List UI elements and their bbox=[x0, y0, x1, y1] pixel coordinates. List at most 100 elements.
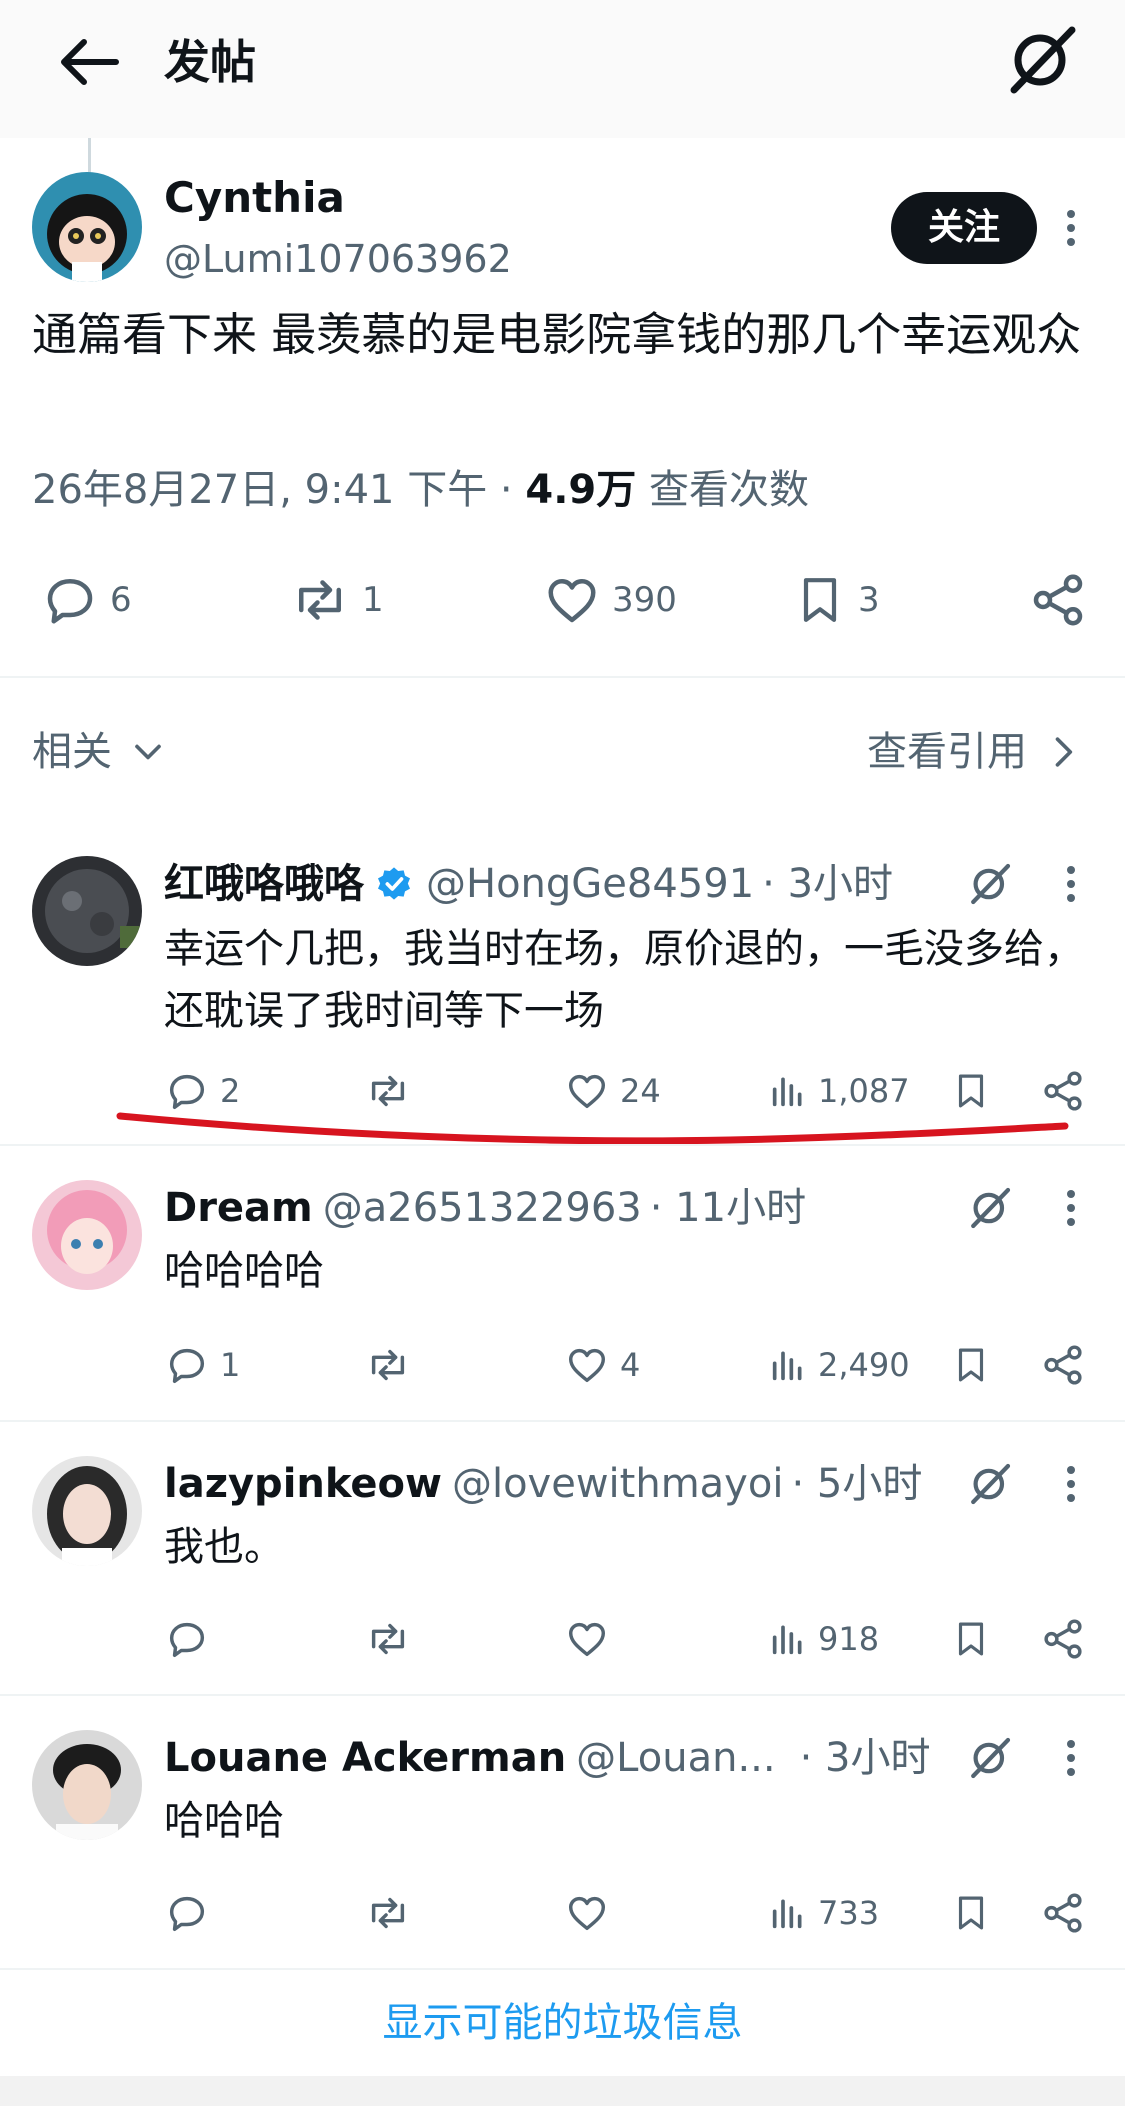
more-dots-icon bbox=[1067, 1740, 1075, 1776]
reply-header: Louane Ackerman @Louan... · 3小时 bbox=[164, 1730, 930, 1786]
repost-button[interactable] bbox=[364, 1342, 422, 1388]
post-views-label[interactable]: 查看次数 bbox=[649, 467, 809, 513]
reply-button[interactable] bbox=[164, 1890, 220, 1936]
grok-icon bbox=[971, 1463, 1011, 1505]
view-quotes-label: 查看引用 bbox=[867, 729, 1027, 775]
reply-icon bbox=[169, 1896, 205, 1932]
repost-button[interactable] bbox=[364, 1890, 422, 1936]
views-button[interactable]: 733 bbox=[768, 1890, 879, 1936]
reply-author-name[interactable]: Dream bbox=[164, 1180, 313, 1236]
divider bbox=[0, 1420, 1125, 1422]
show-spam-link[interactable]: 显示可能的垃圾信息 bbox=[0, 1995, 1125, 2051]
grok-icon bbox=[971, 1737, 1011, 1779]
share-button[interactable] bbox=[1040, 1342, 1086, 1388]
grok-button[interactable] bbox=[966, 1734, 1014, 1782]
views-button[interactable]: 918 bbox=[768, 1616, 879, 1662]
like-icon bbox=[568, 1622, 606, 1657]
reply-text: 哈哈哈哈 bbox=[164, 1248, 324, 1294]
avatar[interactable] bbox=[32, 172, 142, 282]
reply-text: 幸运个几把，我当时在场，原价退的，一毛没多给，还耽误了我时间等下一场 bbox=[164, 926, 1084, 1034]
repost-button[interactable] bbox=[364, 1616, 422, 1662]
more-button[interactable] bbox=[1056, 1738, 1086, 1778]
divider bbox=[0, 1968, 1125, 1970]
avatar[interactable] bbox=[32, 1456, 142, 1566]
reply-author-name[interactable]: Louane Ackerman bbox=[164, 1730, 566, 1786]
bookmark-button[interactable] bbox=[950, 1342, 992, 1388]
view-quotes-link[interactable]: 查看引用 bbox=[867, 724, 1085, 780]
more-dots-icon bbox=[1067, 866, 1075, 902]
avatar[interactable] bbox=[32, 1730, 142, 1840]
share-button[interactable] bbox=[1028, 570, 1088, 630]
share-button[interactable] bbox=[1040, 1890, 1086, 1936]
like-button[interactable] bbox=[564, 1616, 620, 1662]
share-button[interactable] bbox=[1040, 1616, 1086, 1662]
reply-author-handle[interactable]: @HongGe84591 bbox=[426, 856, 754, 912]
like-button[interactable]: 4 bbox=[564, 1342, 640, 1388]
reply-button[interactable] bbox=[164, 1616, 220, 1662]
bookmark-count: 3 bbox=[858, 580, 880, 620]
follow-button[interactable]: 关注 bbox=[891, 192, 1037, 264]
reply-time[interactable]: · 5小时 bbox=[791, 1456, 922, 1512]
views-icon bbox=[772, 1625, 802, 1655]
grok-button[interactable] bbox=[966, 860, 1014, 908]
grok-button[interactable] bbox=[1002, 20, 1082, 100]
more-button[interactable] bbox=[1056, 864, 1086, 904]
more-button[interactable] bbox=[1056, 208, 1086, 248]
related-dropdown[interactable]: 相关 bbox=[32, 724, 170, 780]
repost-button[interactable]: 1 bbox=[288, 570, 384, 630]
views-button[interactable]: 2,490 bbox=[768, 1342, 910, 1388]
back-button[interactable] bbox=[52, 24, 128, 100]
reply-header: lazypinkeow @lovewithmayoi · 5小时 bbox=[164, 1456, 922, 1512]
reply-count: 6 bbox=[110, 580, 132, 620]
reply-author-handle[interactable]: @lovewithmayoi bbox=[452, 1456, 783, 1512]
reply-author-name[interactable]: 红哦咯哦咯 bbox=[164, 856, 364, 912]
more-button[interactable] bbox=[1056, 1188, 1086, 1228]
repost-icon bbox=[371, 1897, 405, 1929]
grok-button[interactable] bbox=[966, 1184, 1014, 1232]
grok-button[interactable] bbox=[966, 1460, 1014, 1508]
views-icon bbox=[772, 1899, 802, 1929]
chevron-down-icon bbox=[135, 744, 161, 760]
like-button[interactable]: 390 bbox=[542, 570, 677, 630]
reply-button[interactable]: 6 bbox=[40, 570, 132, 630]
back-arrow-icon bbox=[61, 39, 119, 85]
avatar[interactable] bbox=[32, 1180, 142, 1290]
bookmark-button[interactable] bbox=[950, 1890, 992, 1936]
views-count: 918 bbox=[818, 1620, 880, 1658]
reply-author-name[interactable]: lazypinkeow bbox=[164, 1456, 442, 1512]
bookmark-button[interactable] bbox=[950, 1616, 992, 1662]
like-icon bbox=[568, 1896, 606, 1931]
reply-time[interactable]: · 11小时 bbox=[650, 1180, 806, 1236]
share-icon bbox=[1033, 574, 1083, 626]
grok-icon bbox=[1010, 26, 1076, 94]
post-views-count: 4.9万 bbox=[525, 467, 637, 513]
like-button[interactable] bbox=[564, 1890, 620, 1936]
avatar[interactable] bbox=[32, 856, 142, 966]
like-count: 4 bbox=[620, 1346, 641, 1384]
more-dots-icon bbox=[1067, 1190, 1075, 1226]
share-icon bbox=[1044, 1893, 1082, 1933]
like-icon bbox=[568, 1348, 606, 1383]
reply-author-handle[interactable]: @a2651322963 bbox=[323, 1180, 642, 1236]
reply-icon bbox=[169, 1622, 205, 1658]
views-count: 733 bbox=[818, 1894, 880, 1932]
repost-icon bbox=[299, 580, 341, 620]
author-name[interactable]: Cynthia bbox=[164, 170, 345, 226]
views-count: 2,490 bbox=[818, 1346, 910, 1384]
reply-text: 哈哈哈 bbox=[164, 1798, 284, 1844]
annotation-underline bbox=[116, 1112, 1069, 1145]
more-button[interactable] bbox=[1056, 1464, 1086, 1504]
divider bbox=[0, 676, 1125, 678]
reply-button[interactable]: 1 bbox=[164, 1342, 240, 1388]
reply-header: Dream @a2651322963 · 11小时 bbox=[164, 1180, 806, 1236]
reply-time[interactable]: · 3小时 bbox=[762, 856, 893, 912]
repost-icon bbox=[371, 1623, 405, 1655]
bookmark-button[interactable]: 3 bbox=[792, 570, 880, 630]
reply-time[interactable]: · 3小时 bbox=[800, 1730, 931, 1786]
bookmark-icon bbox=[958, 1348, 984, 1382]
author-handle[interactable]: @Lumi107063962 bbox=[164, 234, 512, 284]
reply-author-handle[interactable]: @Louan... bbox=[576, 1730, 775, 1786]
share-icon bbox=[1044, 1619, 1082, 1659]
grok-icon bbox=[971, 863, 1011, 905]
divider bbox=[0, 1144, 1125, 1146]
